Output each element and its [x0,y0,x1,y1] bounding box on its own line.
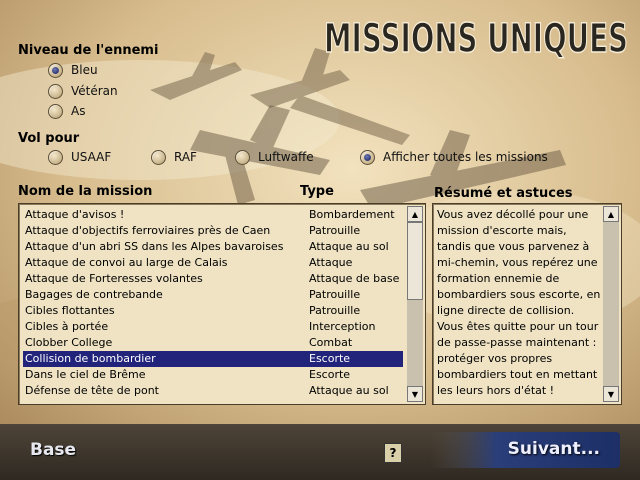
mission-type-cell: Bombardement [309,208,395,221]
summary-panel: Vous avez décollé pour une mission d'esc… [432,203,622,405]
table-row[interactable]: Clobber College Combat [23,335,403,351]
radio-label: As [71,104,86,118]
mission-type-cell: Attaque [309,256,353,269]
radio-enemy-veteran[interactable]: Vétéran [48,82,118,100]
table-row[interactable]: Collision de bombardier Escorte [23,351,403,367]
radio-fly-luftwaffe[interactable]: Luftwaffe [235,148,314,166]
scroll-down-arrow-icon[interactable]: ▼ [407,386,423,402]
summary-text: Vous avez décollé pour une mission d'esc… [437,208,601,397]
radio-label: USAAF [71,150,112,164]
radio-selected-icon [48,62,63,78]
table-row[interactable]: Attaque de convoi au large de Calais Atta… [23,255,403,271]
mission-type-cell: Interception [309,320,376,333]
radio-fly-raf[interactable]: RAF [151,148,197,166]
mission-name-cell: Défense de tête de pont [25,384,159,397]
scroll-down-arrow-icon[interactable]: ▼ [603,386,619,402]
mission-type-cell: Attaque au sol [309,384,389,397]
next-button[interactable]: Suivant... [430,432,620,468]
table-row[interactable]: Cibles flottantes Patrouille [23,303,403,319]
mission-type-cell: Combat [309,336,353,349]
scroll-up-arrow-icon[interactable]: ▲ [603,206,619,222]
radio-unselected-icon [48,103,63,119]
mission-name-cell: Attaque de convoi au large de Calais [25,256,228,269]
mission-name-cell: Attaque de Forteresses volantes [25,272,203,285]
mission-type-cell: Attaque au sol [309,240,389,253]
radio-label: Vétéran [71,84,118,98]
table-row[interactable]: Bagages de contrebande Patrouille [23,287,403,303]
screen-title: MISSIONS UNIQUES [323,15,629,62]
title-text: MISSIONS UNIQUES [324,16,628,62]
radio-unselected-icon [235,149,250,165]
mission-name-cell: Clobber College [25,336,113,349]
radio-selected-icon [360,149,375,165]
mission-list-scrollbar[interactable]: ▲ ▼ [407,206,423,402]
mission-name-cell: Collision de bombardier [25,352,156,365]
radio-label: Afficher toutes les missions [383,150,548,164]
mission-name-cell: Cibles flottantes [25,304,115,317]
table-row[interactable]: Attaque de Forteresses volantes Attaque d… [23,271,403,287]
next-button-label: Suivant... [507,439,600,459]
table-row[interactable]: Défense de tête de pont Attaque au sol [23,383,403,399]
mission-name-header: Nom de la mission [18,184,153,199]
radio-unselected-icon [48,149,63,165]
radio-label: Bleu [71,63,98,77]
help-button[interactable]: ? [384,443,402,463]
table-row[interactable]: Dans le ciel de Brême Escorte [23,367,403,383]
table-row[interactable]: Attaque d'avisos ! Bombardement [23,207,403,223]
table-row[interactable]: Attaque d'objectifs ferroviaires près de… [23,223,403,239]
radio-fly-all-missions[interactable]: Afficher toutes les missions [360,148,548,166]
scroll-thumb[interactable] [407,222,423,300]
radio-enemy-as[interactable]: As [48,102,85,120]
mission-name-cell: Attaque d'un abri SS dans les Alpes bava… [25,240,284,253]
mission-type-cell: Escorte [309,352,351,365]
mission-type-cell: Patrouille [309,288,361,301]
radio-label: RAF [174,150,197,164]
mission-name-cell: Attaque d'avisos ! [25,208,125,221]
mission-name-cell: Dans le ciel de Brême [25,368,146,381]
mission-type-cell: Attaque de base [309,272,400,285]
enemy-level-label: Niveau de l'ennemi [18,43,159,58]
table-row[interactable]: Attaque d'un abri SS dans les Alpes bava… [23,239,403,255]
mission-type-cell: Patrouille [309,224,361,237]
fly-for-label: Vol pour [18,131,80,146]
mission-list[interactable]: Attaque d'avisos ! Bombardement Attaque d'… [18,203,426,405]
mission-type-header: Type [300,184,334,199]
radio-unselected-icon [48,83,63,99]
mission-type-cell: Patrouille [309,304,361,317]
mission-name-cell: Cibles à portée [25,320,109,333]
mission-name-cell: Bagages de contrebande [25,288,163,301]
radio-fly-usaaf[interactable]: USAAF [48,148,111,166]
mission-name-cell: Attaque d'objectifs ferroviaires près de… [25,224,271,237]
table-row[interactable]: Cibles à portée Interception [23,319,403,335]
base-button[interactable]: Base [30,440,76,460]
mission-type-cell: Escorte [309,368,351,381]
scroll-up-arrow-icon[interactable]: ▲ [407,206,423,222]
radio-label: Luftwaffe [258,150,314,164]
summary-scrollbar[interactable]: ▲ ▼ [603,206,619,402]
summary-header: Résumé et astuces [434,186,573,201]
radio-enemy-bleu[interactable]: Bleu [48,61,98,79]
radio-unselected-icon [151,149,166,165]
